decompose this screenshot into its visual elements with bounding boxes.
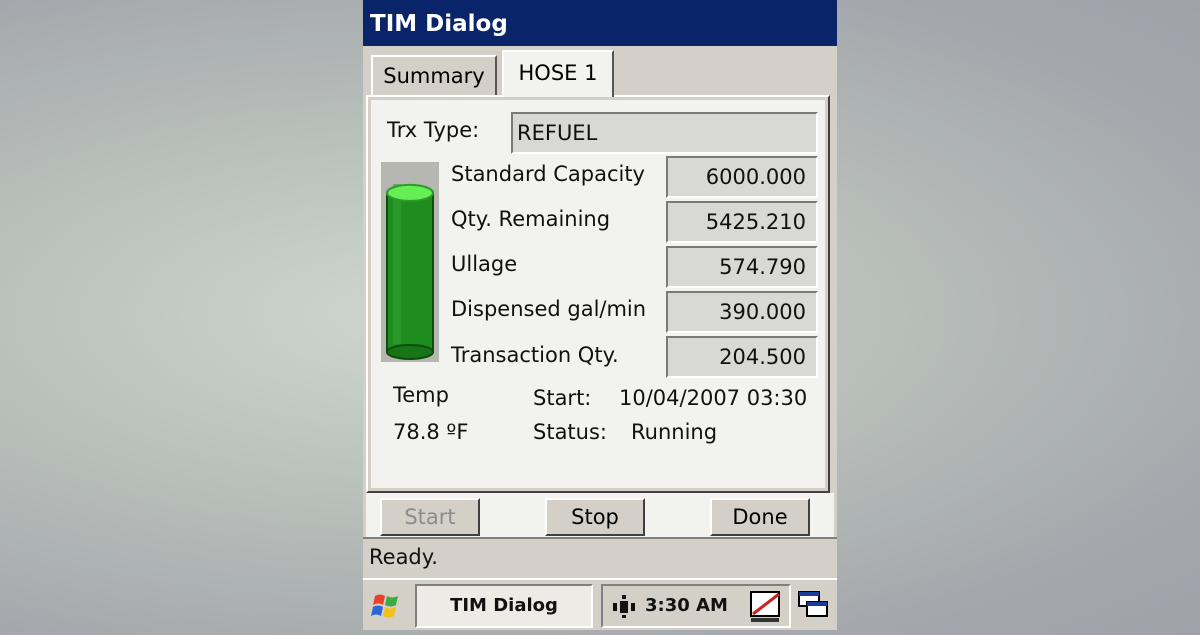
window-title: TIM Dialog [363,0,837,46]
ullage-field: 574.790 [666,246,818,288]
ullage-label: Ullage [451,252,518,276]
taskbar-tim-dialog-button[interactable]: TIM Dialog [415,584,593,628]
done-button[interactable]: Done [710,498,810,536]
qty-remaining-field: 5425.210 [666,201,818,243]
tank-liquid-top [386,183,434,202]
tab-summary[interactable]: Summary [371,55,497,95]
status-value: Running [631,420,718,444]
status-label: Status: [533,420,607,444]
desktop-windows-icon[interactable] [793,584,835,628]
temp-label: Temp [393,383,449,407]
windows-flag-icon[interactable] [367,586,407,626]
tank-highlight [393,184,401,344]
taskbar: TIM Dialog 3:30 AM [363,578,837,630]
start-button[interactable]: Start [380,498,480,536]
dispensed-rate-label: Dispensed gal/min [451,297,647,321]
trx-type-field: REFUEL [511,112,818,154]
device-screen: TIM Dialog Summary HOSE 1 Trx Type: REFU… [363,0,837,630]
taskbar-clock[interactable]: 3:30 AM [645,586,728,626]
tab-hose-1[interactable]: HOSE 1 [502,50,614,97]
transaction-qty-field: 204.500 [666,336,818,378]
pen-input-icon[interactable] [745,584,789,628]
tank-bottom [386,344,434,360]
temp-value: 78.8 ºF [393,420,469,444]
start-time-label: Start: [533,386,592,410]
tank-level-gauge [381,162,439,362]
trx-type-label: Trx Type: [387,118,480,142]
standard-capacity-label: Standard Capacity [451,162,645,186]
dispensed-rate-field: 390.000 [666,291,818,333]
hose-panel: Trx Type: REFUEL Standard Capacity 6000.… [366,95,830,493]
hose-panel-content: Trx Type: REFUEL Standard Capacity 6000.… [371,100,825,488]
tank-gauge-graphic [386,183,434,360]
stop-button[interactable]: Stop [545,498,645,536]
button-bar: Start Stop Done [366,493,834,537]
start-time-value: 10/04/2007 03:30 [619,386,808,410]
qty-remaining-label: Qty. Remaining [451,207,611,231]
network-icon[interactable] [609,592,639,620]
standard-capacity-field: 6000.000 [666,156,818,198]
transaction-qty-label: Transaction Qty. [451,343,619,367]
status-bar: Ready. [363,537,837,577]
